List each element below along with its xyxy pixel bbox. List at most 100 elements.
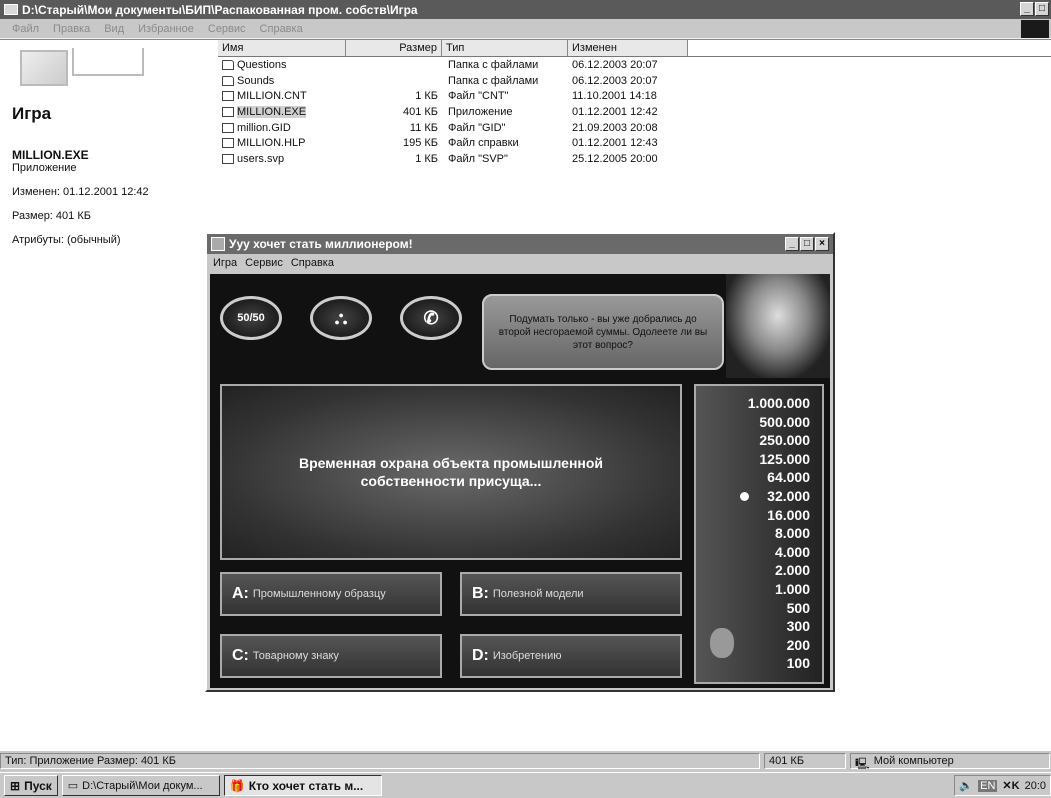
selected-file-size: Размер: 401 КБ [12,210,91,222]
column-size[interactable]: Размер [346,40,442,56]
answer-b-button[interactable]: B: Полезной модели [460,572,682,616]
explorer-titlebar[interactable]: D:\Старый\Мои документы\БИП\Распакованна… [0,0,1051,19]
task-explorer-label: D:\Старый\Мои докум... [82,779,203,792]
maximize-button[interactable]: □ [1035,2,1049,16]
selected-file-name: MILLION.EXE [12,148,89,162]
menu-edit[interactable]: Правка [53,23,90,35]
file-modified: 06.12.2003 20:07 [572,74,658,87]
game-titlebar[interactable]: Ууу хочет стать миллионером! _ □ × [207,234,833,254]
answer-d-letter: D: [472,647,489,664]
file-icon [222,91,234,102]
status-bar: Тип: Приложение Размер: 401 КБ 401 КБ 🖳 … [0,750,1051,770]
file-row[interactable]: Questions Папка с файлами 06.12.2003 20:07 [218,57,1051,73]
file-name-cell[interactable]: users.svp [218,153,346,165]
prize-level: 250.000 [759,432,810,449]
prize-level: 125.000 [759,450,810,467]
volume-icon[interactable]: 🔈 [959,779,973,792]
app-icon [222,106,234,117]
folder-icon: ▭ [67,780,79,792]
column-name[interactable]: Имя [218,40,346,56]
windows-logo-icon [1021,20,1049,38]
file-name: million.GID [237,121,291,134]
fifty-fifty-lifeline[interactable]: 50/50 [220,296,282,340]
game-menu-service[interactable]: Сервис [245,257,283,269]
start-button[interactable]: ⊞ Пуск [4,775,58,796]
prize-level: 4.000 [774,543,810,560]
file-type: Файл справки [448,137,519,150]
file-name-cell[interactable]: million.GID [218,122,346,134]
game-close-button[interactable]: × [815,237,829,251]
file-list: Имя Размер Тип Изменен Questions Папка с … [218,40,1051,167]
file-icon [222,122,234,133]
menu-favorites[interactable]: Избранное [138,23,194,35]
question-panel: Временная охрана объекта промышленной со… [220,384,682,560]
file-name-cell[interactable]: Questions [218,59,346,71]
folder-banner-icon [12,40,193,106]
file-list-header: Имя Размер Тип Изменен [218,40,1051,57]
file-name: MILLION.HLP [237,137,306,150]
file-row[interactable]: Sounds Папка с файлами 06.12.2003 20:07 [218,73,1051,89]
answer-a-text: Промышленному образцу [252,588,386,600]
language-indicator[interactable]: EN [978,779,998,792]
game-minimize-button[interactable]: _ [785,237,799,251]
status-text: Тип: Приложение Размер: 401 КБ [0,752,760,769]
file-row[interactable]: million.GID 11 КБ Файл "GID" 21.09.2003 20:… [218,120,1051,136]
phone-friend-lifeline[interactable]: ✆ [400,296,462,340]
window-title: D:\Старый\Мои документы\БИП\Распакованна… [22,2,418,17]
game-menu-help[interactable]: Справка [291,257,334,269]
file-type: Папка с файлами [448,74,539,87]
menu-help[interactable]: Справка [260,23,303,35]
ask-audience-lifeline[interactable]: ⛬ [310,296,372,340]
answer-a-button[interactable]: A: Промышленному образцу [220,572,442,616]
answer-d-text: Изобретению [492,650,562,662]
task-explorer[interactable]: ▭ D:\Старый\Мои докум... [61,775,220,796]
prize-level: 8.000 [774,525,810,542]
menu-tools[interactable]: Сервис [208,23,246,35]
status-location: 🖳 Мой компьютер [850,752,1050,770]
column-type[interactable]: Тип [442,40,568,56]
game-emblem-icon [710,628,734,658]
explorer-menubar: Файл Правка Вид Избранное Сервис Справка [0,19,1051,39]
file-name-cell[interactable]: Sounds [218,75,346,87]
menu-view[interactable]: Вид [104,23,124,35]
file-row[interactable]: users.svp 1 КБ Файл "SVP" 25.12.2005 20:00 [218,151,1051,167]
file-icon [222,153,234,164]
folder-icon [222,75,234,86]
menu-file[interactable]: Файл [12,23,39,35]
prize-level: 500.000 [759,413,810,430]
file-type: Приложение [448,105,513,118]
file-row[interactable]: MILLION.HLP 195 КБ Файл справки 01.12.2001 … [218,135,1051,151]
answer-c-text: Товарному знаку [252,650,339,662]
file-size: 11 КБ [409,121,438,134]
game-menu-game[interactable]: Игра [213,257,237,269]
selected-file-attributes: Атрибуты: (обычный) [12,234,121,246]
file-type: Файл "CNT" [448,90,509,103]
file-name-cell[interactable]: MILLION.EXE [218,105,346,118]
tray-app-icon[interactable]: ✕K [1002,779,1019,792]
answer-c-button[interactable]: C: Товарному знаку [220,634,442,678]
system-tray: 🔈 EN ✕K 20:0 [954,775,1051,796]
game-maximize-button[interactable]: □ [800,237,814,251]
file-name-cell[interactable]: MILLION.CNT [218,90,346,102]
folder-icon [222,59,234,70]
prize-level: 64.000 [767,469,810,486]
task-game[interactable]: 🎁 Кто хочет стать м... [223,775,382,796]
file-name-cell[interactable]: MILLION.HLP [218,137,346,149]
answer-d-button[interactable]: D: Изобретению [460,634,682,678]
minimize-button[interactable]: _ [1020,2,1034,16]
folder-icon [4,4,18,15]
game-window[interactable]: Ууу хочет стать миллионером! _ □ × Игра … [205,232,835,692]
host-portrait [726,274,830,378]
column-modified[interactable]: Изменен [568,40,688,56]
file-row[interactable]: MILLION.EXE 401 КБ Приложение 01.12.2001 12… [218,104,1051,120]
web-view-pane: Игра MILLION.EXE Приложение Изменен: 01.… [0,40,205,750]
prize-level: 32.000 [696,487,810,506]
file-row[interactable]: MILLION.CNT 1 КБ Файл "CNT" 11.10.2001 14:1… [218,88,1051,104]
file-type: Папка с файлами [448,58,539,71]
game-stage: 50/50 ⛬ ✆ Подумать только - вы уже добра… [210,274,830,688]
task-game-label: Кто хочет стать м... [248,778,364,793]
file-modified: 01.12.2001 12:42 [572,105,658,118]
file-name: MILLION.EXE [237,105,307,118]
answer-b-letter: B: [472,585,489,602]
file-type: Файл "GID" [448,121,506,134]
